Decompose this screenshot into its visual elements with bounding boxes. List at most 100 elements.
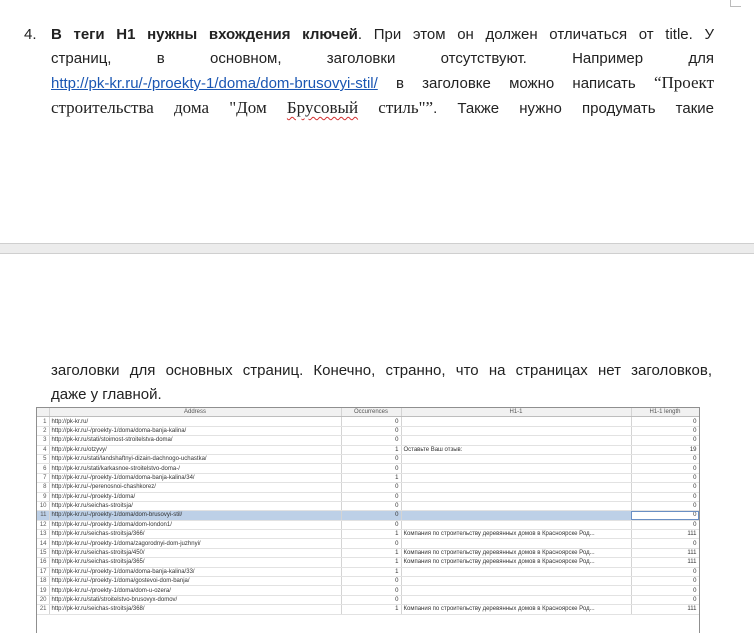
cell-h1[interactable]: Компания по строительству деревянных дом… xyxy=(401,604,632,615)
row-number[interactable]: 1 xyxy=(37,416,50,427)
table-row[interactable]: 8 http://pk-kr.ru/-/perenosnoi-chashkorez… xyxy=(37,482,699,493)
cell-h1-length[interactable]: 0 xyxy=(631,510,699,521)
cell-h1-length[interactable]: 0 xyxy=(631,585,699,596)
row-number[interactable]: 13 xyxy=(37,529,50,540)
cell-occurrences[interactable]: 0 xyxy=(341,576,402,587)
cell-occurrences[interactable]: 0 xyxy=(341,501,402,512)
table-row[interactable]: 21 http://pk-kr.ru/seichas-stroitsja/368/… xyxy=(37,604,699,615)
row-number[interactable]: 19 xyxy=(37,585,50,596)
row-number[interactable]: 2 xyxy=(37,426,50,437)
cell-address[interactable]: http://pk-kr.ru/-/proekty-1/doma/doma-ba… xyxy=(49,473,342,484)
row-number[interactable]: 17 xyxy=(37,567,50,578)
cell-address[interactable]: http://pk-kr.ru/-/proekty-1/doma/doma-ba… xyxy=(49,567,342,578)
cell-occurrences[interactable]: 0 xyxy=(341,492,402,502)
cell-address[interactable]: http://pk-kr.ru/-/proekty-1/doma/dom-lon… xyxy=(49,520,342,531)
cell-h1[interactable] xyxy=(401,482,632,493)
cell-address[interactable]: http://pk-kr.ru/stati/stroitelstvo-bruso… xyxy=(49,595,342,606)
row-number[interactable]: 3 xyxy=(37,435,50,446)
cell-h1[interactable] xyxy=(401,463,632,474)
row-number[interactable]: 20 xyxy=(37,595,50,606)
cell-h1[interactable] xyxy=(401,538,632,549)
cell-occurrences[interactable]: 1 xyxy=(341,557,402,568)
table-row[interactable]: 13 http://pk-kr.ru/seichas-stroitsja/366/… xyxy=(37,529,699,540)
cell-address[interactable]: http://pk-kr.ru/stati/karkasnoe-stroitel… xyxy=(49,463,342,474)
row-number[interactable]: 14 xyxy=(37,538,50,549)
row-number[interactable]: 12 xyxy=(37,520,50,531)
cell-address[interactable]: http://pk-kr.ru/-/proekty-1/doma/gostevo… xyxy=(49,576,342,587)
cell-occurrences[interactable]: 1 xyxy=(341,529,402,540)
cell-occurrences[interactable]: 1 xyxy=(341,548,402,559)
cell-h1[interactable] xyxy=(401,510,632,521)
cell-h1-length[interactable]: 0 xyxy=(631,492,699,502)
row-number[interactable]: 11 xyxy=(37,510,50,521)
table-row[interactable]: 7 http://pk-kr.ru/-/proekty-1/doma/doma-b… xyxy=(37,473,699,484)
cell-occurrences[interactable]: 0 xyxy=(341,435,402,446)
cell-address[interactable]: http://pk-kr.ru/-/proekty-1/doma/dom-bru… xyxy=(49,510,342,521)
table-row[interactable]: 5 http://pk-kr.ru/stati/landshaftnyi-diza… xyxy=(37,454,699,465)
cell-h1[interactable] xyxy=(401,473,632,484)
cell-h1[interactable]: Компания по строительству деревянных дом… xyxy=(401,529,632,540)
cell-h1-length[interactable]: 0 xyxy=(631,520,699,531)
cell-h1-length[interactable]: 0 xyxy=(631,473,699,484)
cell-h1[interactable] xyxy=(401,501,632,512)
cell-h1-length[interactable]: 111 xyxy=(631,604,699,615)
cell-h1[interactable] xyxy=(401,595,632,606)
cell-h1[interactable] xyxy=(401,435,632,446)
cell-h1[interactable] xyxy=(401,426,632,437)
cell-address[interactable]: http://pk-kr.ru/-/proekty-1/doma/ xyxy=(49,492,342,502)
cell-address[interactable]: http://pk-kr.ru/seichas-stroitsja/ xyxy=(49,501,342,512)
row-number[interactable]: 9 xyxy=(37,492,50,502)
row-number[interactable]: 8 xyxy=(37,482,50,493)
cell-h1-length[interactable]: 0 xyxy=(631,538,699,549)
cell-address[interactable]: http://pk-kr.ru/stati/stoimost-stroitels… xyxy=(49,435,342,446)
row-number[interactable]: 7 xyxy=(37,473,50,484)
cell-occurrences[interactable]: 0 xyxy=(341,426,402,437)
table-row[interactable]: 12 http://pk-kr.ru/-/proekty-1/doma/dom-l… xyxy=(37,520,699,531)
cell-h1-length[interactable]: 111 xyxy=(631,548,699,559)
cell-h1[interactable] xyxy=(401,520,632,531)
cell-h1-length[interactable]: 0 xyxy=(631,501,699,512)
cell-address[interactable]: http://pk-kr.ru/seichas-stroitsja/368/ xyxy=(49,604,342,615)
cell-occurrences[interactable]: 1 xyxy=(341,445,402,455)
table-row[interactable]: 16 http://pk-kr.ru/seichas-stroitsja/365/… xyxy=(37,557,699,568)
table-row[interactable]: 4 http://pk-kr.ru/otzyvy/1 Оставьте Ваш от… xyxy=(37,445,699,455)
cell-h1-length[interactable]: 0 xyxy=(631,595,699,606)
cell-occurrences[interactable]: 0 xyxy=(341,595,402,606)
row-number[interactable]: 15 xyxy=(37,548,50,559)
row-number[interactable]: 18 xyxy=(37,576,50,587)
row-number[interactable]: 16 xyxy=(37,557,50,568)
cell-occurrences[interactable]: 0 xyxy=(341,538,402,549)
row-number[interactable]: 4 xyxy=(37,445,50,455)
table-row[interactable]: 19 http://pk-kr.ru/-/proekty-1/doma/dom-u… xyxy=(37,585,699,596)
cell-h1[interactable]: Компания по строительству деревянных дом… xyxy=(401,557,632,568)
table-row[interactable]: 3 http://pk-kr.ru/stati/stoimost-stroitel… xyxy=(37,435,699,446)
row-number[interactable]: 6 xyxy=(37,463,50,474)
cell-address[interactable]: http://pk-kr.ru/seichas-stroitsja/450/ xyxy=(49,548,342,559)
cell-address[interactable]: http://pk-kr.ru/ xyxy=(49,416,342,427)
cell-address[interactable]: http://pk-kr.ru/stati/landshaftnyi-dizai… xyxy=(49,454,342,465)
table-row[interactable]: 14 http://pk-kr.ru/-/proekty-1/doma/zagor… xyxy=(37,538,699,549)
table-row[interactable]: 6 http://pk-kr.ru/stati/karkasnoe-stroite… xyxy=(37,463,699,474)
cell-occurrences[interactable]: 0 xyxy=(341,585,402,596)
cell-occurrences[interactable]: 0 xyxy=(341,463,402,474)
cell-address[interactable]: http://pk-kr.ru/otzyvy/ xyxy=(49,445,342,455)
cell-address[interactable]: http://pk-kr.ru/seichas-stroitsja/365/ xyxy=(49,557,342,568)
cell-address[interactable]: http://pk-kr.ru/seichas-stroitsja/366/ xyxy=(49,529,342,540)
table-row[interactable]: 11 http://pk-kr.ru/-/proekty-1/doma/dom-b… xyxy=(37,510,699,521)
cell-occurrences[interactable]: 1 xyxy=(341,604,402,615)
cell-h1-length[interactable]: 0 xyxy=(631,482,699,493)
cell-address[interactable]: http://pk-kr.ru/-/proekty-1/doma/doma-ba… xyxy=(49,426,342,437)
row-number[interactable]: 5 xyxy=(37,454,50,465)
cell-h1-length[interactable]: 19 xyxy=(631,445,699,455)
cell-address[interactable]: http://pk-kr.ru/-/perenosnoi-chashkorez/ xyxy=(49,482,342,493)
cell-occurrences[interactable]: 0 xyxy=(341,454,402,465)
cell-h1[interactable]: Компания по строительству деревянных дом… xyxy=(401,548,632,559)
cell-h1-length[interactable]: 0 xyxy=(631,426,699,437)
cell-occurrences[interactable]: 1 xyxy=(341,567,402,578)
cell-h1-length[interactable]: 111 xyxy=(631,529,699,540)
cell-occurrences[interactable]: 0 xyxy=(341,520,402,531)
table-row[interactable]: 20 http://pk-kr.ru/stati/stroitelstvo-bru… xyxy=(37,595,699,606)
table-row[interactable]: 17 http://pk-kr.ru/-/proekty-1/doma/doma-… xyxy=(37,567,699,578)
page-link[interactable]: http://pk-kr.ru/-/proekty-1/doma/dom-bru… xyxy=(51,75,378,92)
table-row[interactable]: 10 http://pk-kr.ru/seichas-stroitsja/0 0 xyxy=(37,501,699,512)
